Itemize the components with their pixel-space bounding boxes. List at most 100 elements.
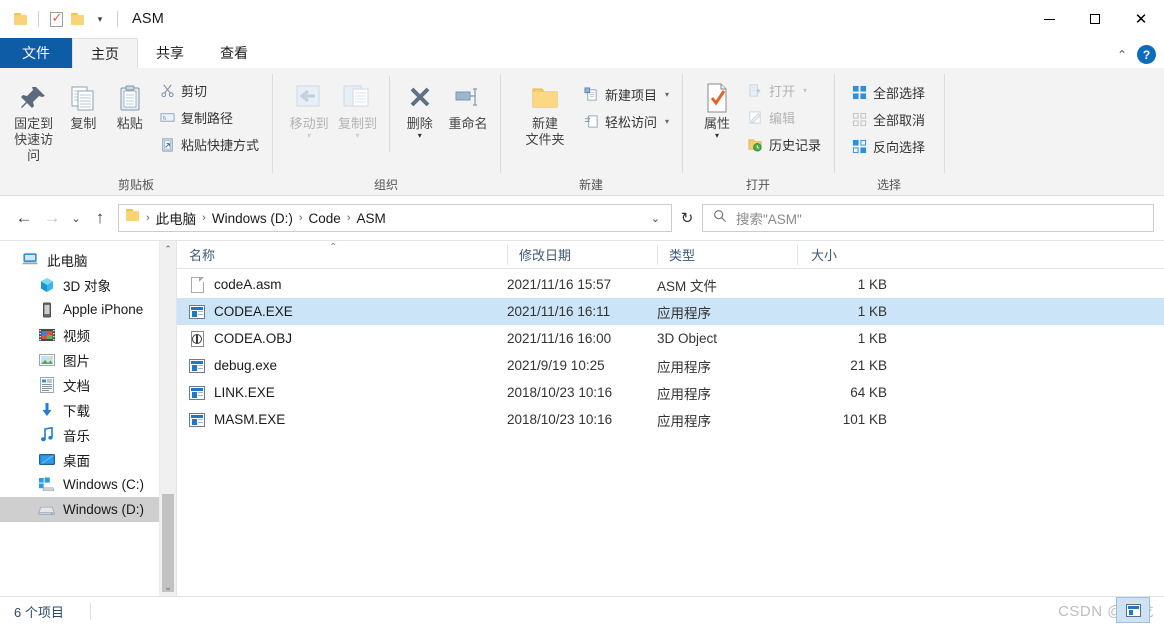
file-explorer-window: ▾ ASM ✕ 文件 主页 共享 查看 ⌃ ? bbox=[0, 0, 1164, 626]
organize-group-label: 组织 bbox=[373, 177, 398, 192]
3d-object-file-icon bbox=[189, 330, 205, 347]
application-icon bbox=[189, 412, 205, 428]
breadcrumb-item-windows-d[interactable]: Windows (D:) bbox=[207, 209, 298, 228]
file-name-cell: LINK.EXE bbox=[177, 385, 507, 401]
collapse-ribbon-chevron-up-icon[interactable]: ⌃ bbox=[1117, 48, 1127, 62]
select-none-label: 全部取消 bbox=[873, 113, 926, 128]
sidebar-label-downloads: 下载 bbox=[63, 403, 90, 419]
paste-shortcut-button[interactable]: 粘贴快捷方式 bbox=[154, 132, 264, 157]
sidebar-item-windows-d[interactable]: Windows (D:) bbox=[0, 497, 176, 522]
sidebar-item-3d-objects[interactable]: 3D 对象 bbox=[0, 272, 176, 297]
file-rows: codeA.asm 2021/11/16 15:57 ASM 文件 1 KB C… bbox=[177, 269, 1164, 596]
copy-path-button[interactable]: \\ 复制路径 bbox=[154, 105, 264, 130]
qat-customize-chevron-down-icon[interactable]: ▾ bbox=[89, 4, 111, 34]
cut-button[interactable]: 剪切 bbox=[154, 78, 264, 103]
new-folder-button[interactable]: 新建 文件夹 bbox=[514, 74, 576, 148]
status-bar: 6 个项目 CSDN @晓龙 bbox=[0, 596, 1164, 626]
clipboard-small-buttons: 剪切 \\ 复制路径 粘贴快捷方式 bbox=[154, 74, 264, 157]
qat-divider-2 bbox=[117, 11, 118, 27]
help-icon[interactable]: ? bbox=[1137, 45, 1156, 64]
column-header-size[interactable]: 大小 bbox=[797, 241, 897, 269]
column-header-name[interactable]: 名称 ⌃ bbox=[177, 241, 507, 269]
copy-button[interactable]: 复制 bbox=[61, 74, 105, 132]
sidebar-scrollbar-thumb[interactable] bbox=[162, 494, 174, 592]
column-header-type[interactable]: 类型 bbox=[657, 241, 797, 269]
select-none-button[interactable]: 全部取消 bbox=[846, 107, 930, 132]
file-name-cell: debug.exe bbox=[177, 358, 507, 374]
sidebar-item-apple-iphone[interactable]: Apple iPhone bbox=[0, 297, 176, 322]
refresh-button[interactable]: ↻ bbox=[672, 204, 702, 232]
breadcrumb-item-code[interactable]: Code bbox=[304, 209, 346, 228]
ribbon-group-organize: 移动到 ▾ 复制到 ▾ 删除 ▾ 重命名 组织 bbox=[272, 68, 500, 195]
sidebar-item-documents[interactable]: 文档 bbox=[0, 372, 176, 397]
easy-access-button[interactable]: 轻松访问 ▾ bbox=[578, 109, 674, 134]
recent-locations-chevron-down-icon[interactable]: ⌄ bbox=[66, 204, 86, 232]
sidebar-scroll-down-arrow-icon[interactable]: ⌄ bbox=[160, 579, 176, 596]
rename-button[interactable]: 重命名 bbox=[444, 74, 492, 132]
search-box[interactable]: 搜索"ASM" bbox=[702, 204, 1154, 232]
up-button[interactable]: ↑ bbox=[86, 204, 114, 232]
table-row[interactable]: MASM.EXE 2018/10/23 10:16 应用程序 101 KB bbox=[177, 406, 1164, 433]
address-bar[interactable]: › 此电脑 › Windows (D:) › Code › ASM ⌄ bbox=[118, 204, 672, 232]
open-button[interactable]: 打开 ▾ bbox=[742, 78, 826, 103]
move-to-chevron-down-icon: ▾ bbox=[307, 131, 312, 140]
sidebar-scrollbar[interactable]: ⌃ ⌄ bbox=[159, 241, 176, 596]
qat-properties-icon[interactable] bbox=[45, 4, 67, 34]
select-all-label: 全部选择 bbox=[873, 86, 926, 101]
maximize-button[interactable] bbox=[1072, 0, 1118, 38]
table-row[interactable]: CODEA.OBJ 2021/11/16 16:00 3D Object 1 K… bbox=[177, 325, 1164, 352]
select-all-button[interactable]: 全部选择 bbox=[846, 80, 930, 105]
window-menu-folder-icon[interactable] bbox=[10, 4, 32, 34]
table-row[interactable]: debug.exe 2021/9/19 10:25 应用程序 21 KB bbox=[177, 352, 1164, 379]
sidebar-item-music[interactable]: 音乐 bbox=[0, 422, 176, 447]
delete-chevron-down-icon: ▾ bbox=[417, 131, 422, 140]
table-row[interactable]: LINK.EXE 2018/10/23 10:16 应用程序 64 KB bbox=[177, 379, 1164, 406]
breadcrumb-item-asm[interactable]: ASM bbox=[351, 209, 390, 228]
address-folder-icon bbox=[126, 209, 141, 227]
minimize-button[interactable] bbox=[1026, 0, 1072, 38]
history-button[interactable]: 历史记录 bbox=[742, 132, 826, 157]
file-name-label: CODEA.OBJ bbox=[214, 331, 293, 346]
sidebar-item-desktop[interactable]: 桌面 bbox=[0, 447, 176, 472]
move-to-button[interactable]: 移动到 ▾ bbox=[286, 74, 332, 140]
downloads-icon bbox=[38, 401, 55, 418]
invert-selection-button[interactable]: 反向选择 bbox=[846, 134, 930, 159]
file-size-cell: 64 KB bbox=[850, 385, 887, 400]
properties-button[interactable]: 属性 ▾ bbox=[694, 74, 740, 140]
breadcrumb-item-this-pc[interactable]: 此电脑 bbox=[151, 206, 202, 230]
sidebar-item-pictures[interactable]: 图片 bbox=[0, 347, 176, 372]
sidebar-item-downloads[interactable]: 下载 bbox=[0, 397, 176, 422]
delete-button[interactable]: 删除 ▾ bbox=[397, 74, 442, 140]
copy-to-button[interactable]: 复制到 ▾ bbox=[334, 74, 380, 140]
file-list-pane: 名称 ⌃ 修改日期 类型 大小 codeA.asm 2021/11/16 15:… bbox=[177, 241, 1164, 596]
application-icon bbox=[189, 385, 205, 401]
file-name-label: CODEA.EXE bbox=[214, 304, 293, 319]
minimize-icon bbox=[1043, 18, 1055, 20]
forward-button[interactable]: → bbox=[38, 204, 66, 232]
pin-to-quick-access-button[interactable]: 固定到 快速访问 bbox=[8, 74, 59, 164]
table-row[interactable]: CODEA.EXE 2021/11/16 16:11 应用程序 1 KB bbox=[177, 298, 1164, 325]
paste-button[interactable]: 粘贴 bbox=[108, 74, 152, 132]
sidebar-item-this-pc[interactable]: 此电脑 bbox=[0, 247, 176, 272]
column-header-date-modified[interactable]: 修改日期 bbox=[507, 241, 657, 269]
tab-file[interactable]: 文件 bbox=[0, 38, 72, 68]
column-header-name-label: 名称 bbox=[189, 248, 216, 263]
edit-button[interactable]: 编辑 bbox=[742, 105, 826, 130]
sidebar-item-videos[interactable]: 视频 bbox=[0, 322, 176, 347]
sidebar-scroll-up-arrow-icon[interactable]: ⌃ bbox=[160, 241, 176, 258]
pictures-icon bbox=[38, 351, 55, 368]
sidebar-item-windows-c[interactable]: Windows (C:) bbox=[0, 472, 176, 497]
pin-label: 固定到 快速访问 bbox=[14, 116, 54, 163]
close-button[interactable]: ✕ bbox=[1118, 0, 1164, 38]
tab-view[interactable]: 查看 bbox=[202, 38, 266, 68]
tab-share[interactable]: 共享 bbox=[138, 38, 202, 68]
move-to-label: 移动到 bbox=[289, 116, 329, 131]
address-dropdown-chevron-down-icon[interactable]: ⌄ bbox=[644, 212, 667, 225]
table-row[interactable]: codeA.asm 2021/11/16 15:57 ASM 文件 1 KB bbox=[177, 271, 1164, 298]
back-button[interactable]: ← bbox=[10, 204, 38, 232]
new-item-button[interactable]: 新建项目 ▾ bbox=[578, 82, 674, 107]
open-chevron-down-icon: ▾ bbox=[803, 86, 808, 95]
tab-home[interactable]: 主页 bbox=[72, 38, 138, 68]
qat-new-folder-icon[interactable] bbox=[67, 4, 89, 34]
file-date-cell: 2021/9/19 10:25 bbox=[507, 358, 605, 373]
